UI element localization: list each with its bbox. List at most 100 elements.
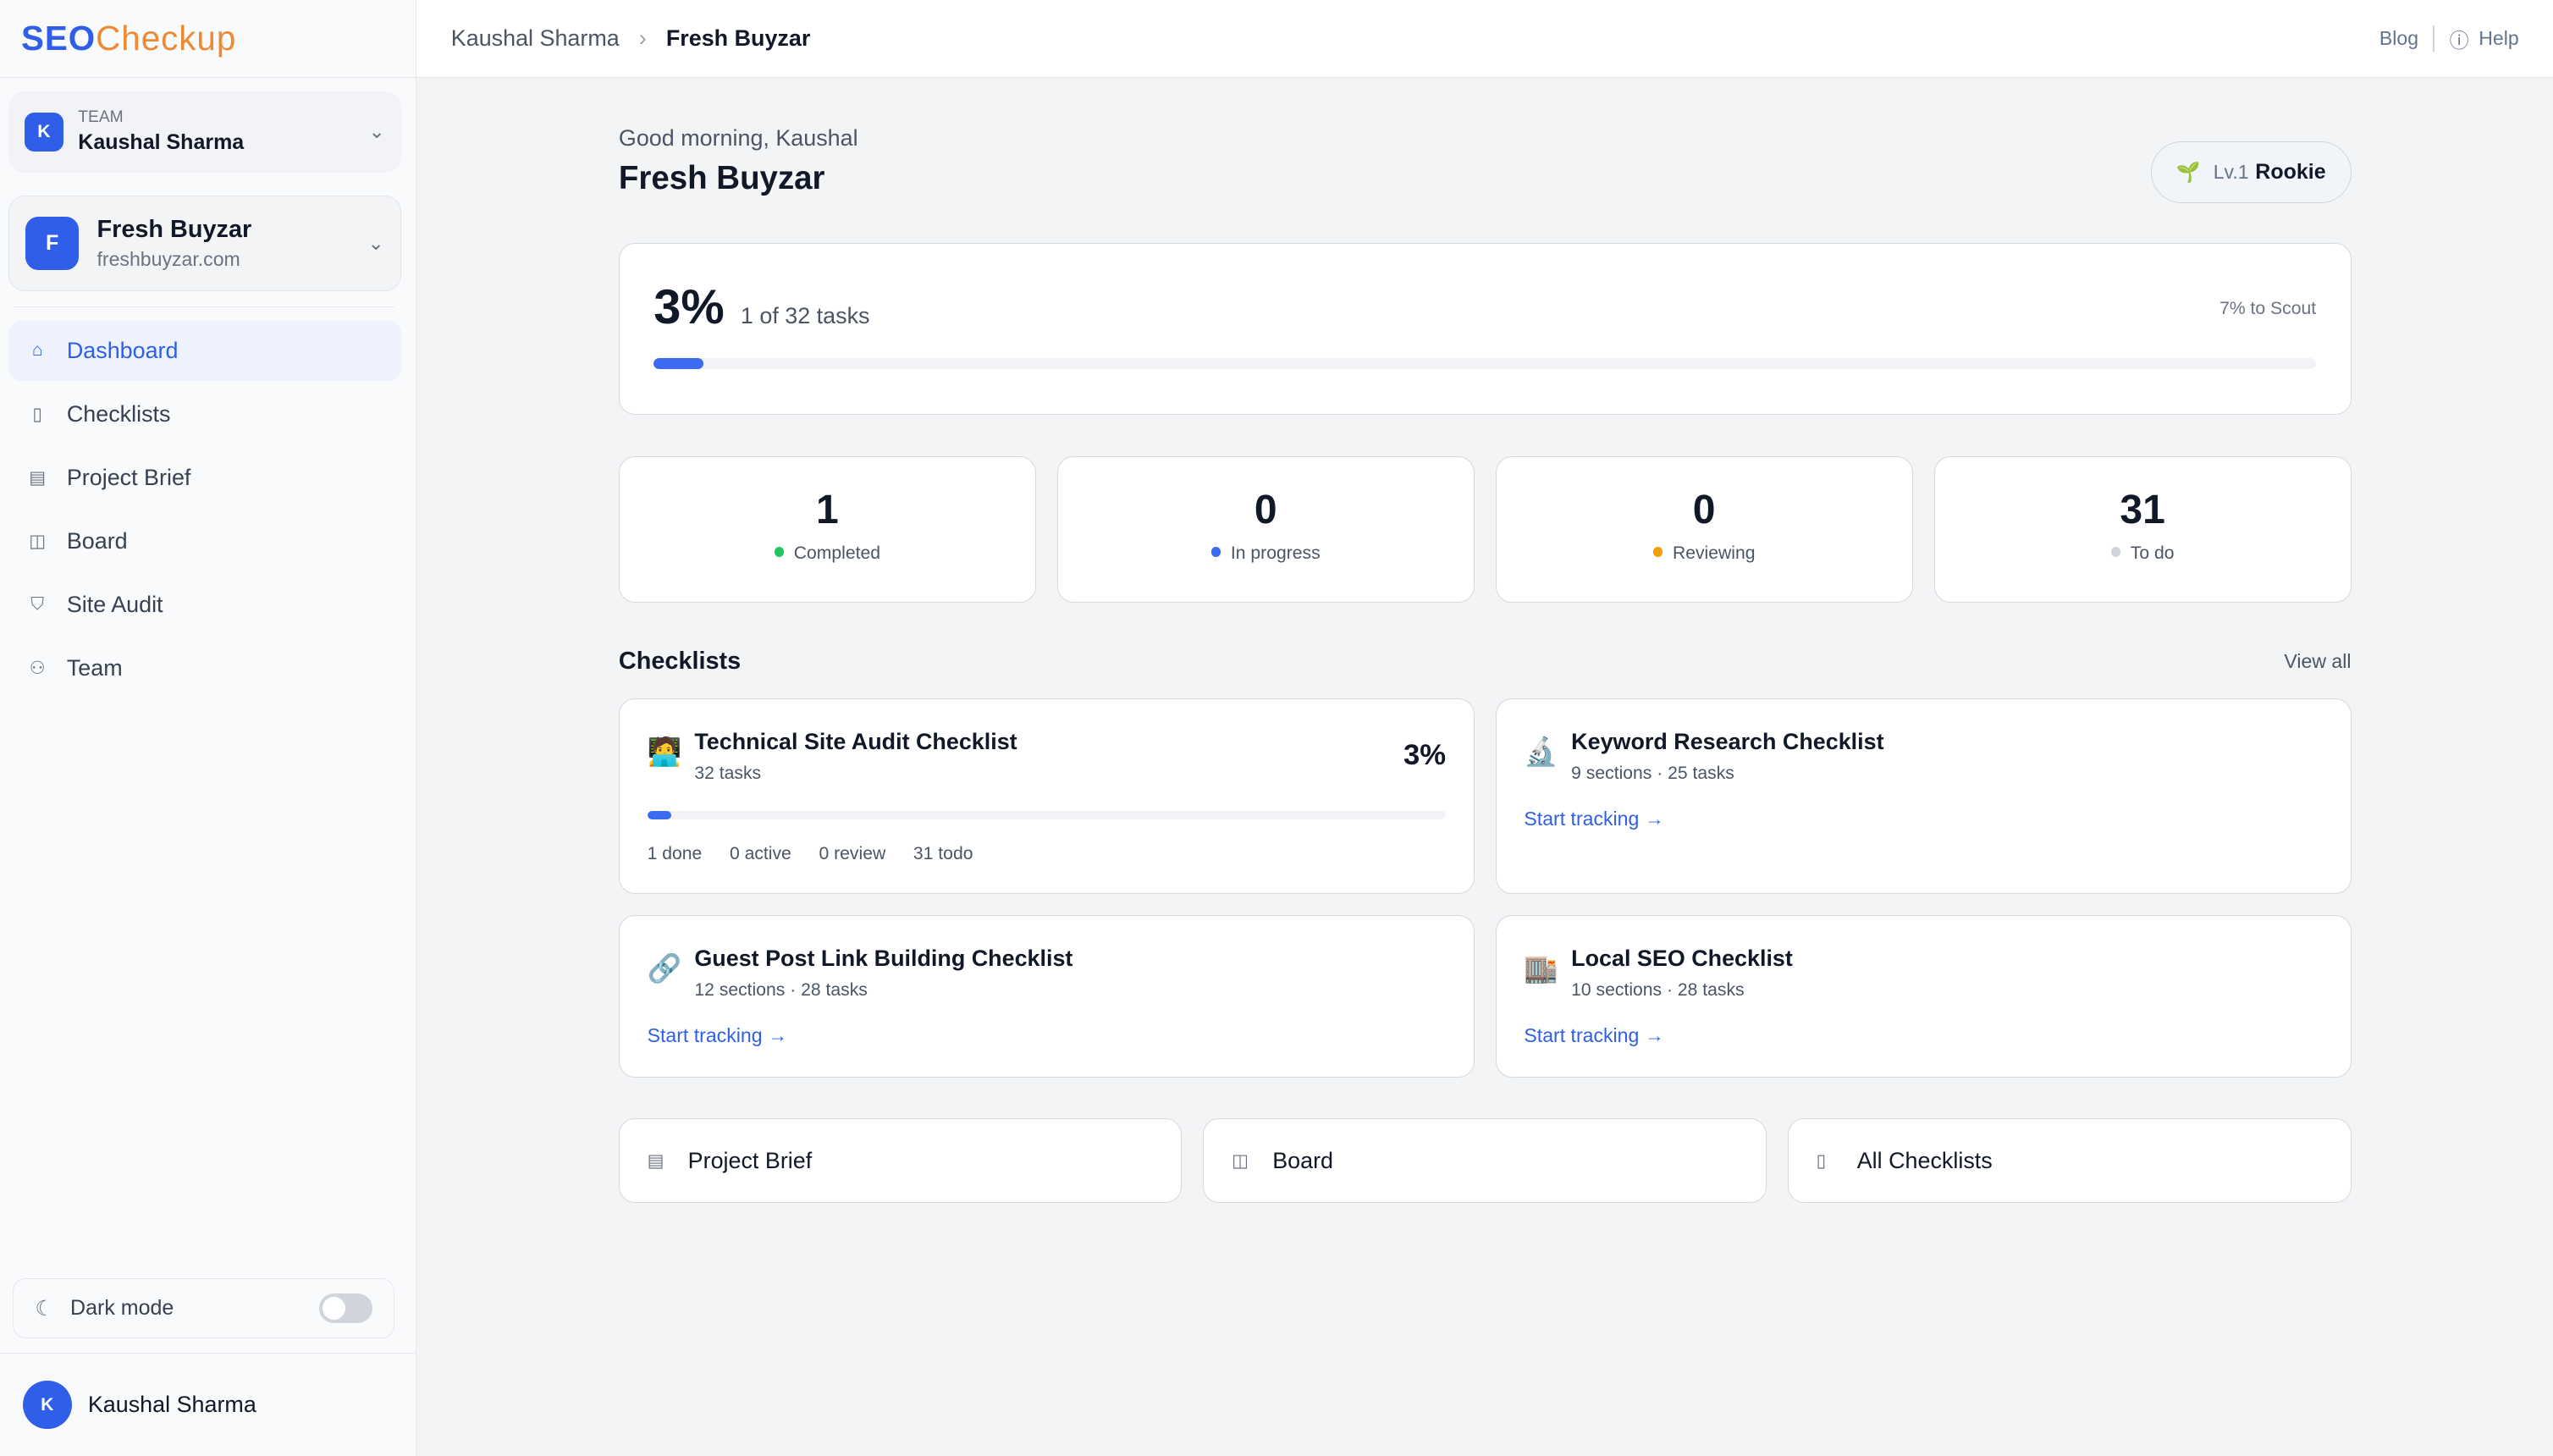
status-dot <box>775 547 785 557</box>
stat-label: To do <box>2131 543 2175 563</box>
sidebar-item-site-audit[interactable]: ⛉Site Audit <box>8 575 402 635</box>
checklist-card-guest-post[interactable]: 🔗Guest Post Link Building Checklist12 se… <box>619 915 1475 1078</box>
sidebar-item-checklists[interactable]: ▯ Checklists <box>8 384 402 444</box>
document-icon: ▤ <box>648 1150 670 1172</box>
checklist-subtitle: 10 sections · 28 tasks <box>1571 980 1793 1001</box>
stat-reviewing: 0 Reviewing <box>1496 456 1913 603</box>
stat-todo: 31 To do <box>1934 456 2352 603</box>
stat-label: Completed <box>794 543 880 563</box>
chevron-right-icon: › <box>639 25 647 52</box>
sidebar-item-board[interactable]: ◫ Board <box>8 511 402 571</box>
page-title: Fresh Buyzar <box>619 160 2352 197</box>
technologist-icon: 🧑‍💻 <box>648 729 695 784</box>
level-prefix: Lv.1 <box>2214 161 2249 184</box>
logo[interactable]: SEOCheckup <box>0 0 416 78</box>
status-dot <box>2111 547 2121 557</box>
project-name: Fresh Buyzar <box>96 216 251 244</box>
sidebar-item-label: Site Audit <box>67 592 163 618</box>
greeting: Good morning, Kaushal <box>619 125 2352 152</box>
checklist-card-keyword[interactable]: 🔬Keyword Research Checklist9 sections · … <box>1496 698 2352 894</box>
sidebar-item-label: Checklists <box>67 401 171 427</box>
level-badge[interactable]: 🌱 Lv.1 Rookie <box>2151 141 2352 203</box>
team-name: Kaushal Sharma <box>78 130 244 155</box>
main: Kaushal Sharma › Fresh Buyzar Blog ⓘ Hel… <box>416 0 2553 1456</box>
stats-row: 1 Completed 0In progress 0 Reviewing 31 To … <box>619 456 2352 603</box>
user-profile[interactable]: K Kaushal Sharma <box>0 1353 416 1455</box>
breadcrumb-project: Fresh Buyzar <box>666 25 810 52</box>
todo-count: 31 todo <box>913 844 973 864</box>
team-avatar: K <box>25 113 63 152</box>
stat-value: 0 <box>1497 486 1912 533</box>
progress-bar <box>653 358 2316 369</box>
divider <box>2433 25 2434 52</box>
breadcrumb-team[interactable]: Kaushal Sharma <box>451 25 620 52</box>
checklist-grid: 🧑‍💻Technical Site Audit Checklist 32 task… <box>619 698 2352 1078</box>
checklists-header: Checklists View all <box>619 648 2352 676</box>
quick-link-label: All Checklists <box>1857 1148 1993 1174</box>
building-icon: 🏬 <box>1524 946 1571 1001</box>
quick-link-label: Project Brief <box>688 1148 813 1174</box>
checklist-title: Technical Site Audit Checklist <box>694 729 1017 755</box>
project-avatar: F <box>25 217 79 270</box>
clipboard-icon: ▯ <box>26 403 49 426</box>
checklist-card-technical[interactable]: 🧑‍💻Technical Site Audit Checklist 32 task… <box>619 698 1475 894</box>
quick-link-board[interactable]: ◫ Board <box>1203 1118 1767 1203</box>
divider <box>13 306 394 308</box>
view-all-link[interactable]: View all <box>2284 650 2351 673</box>
next-level-text: 7% to Scout <box>2219 299 2316 319</box>
dark-mode-toggle[interactable] <box>319 1293 372 1323</box>
stat-in-progress: 0In progress <box>1057 456 1475 603</box>
checklist-progress-bar <box>648 811 1446 819</box>
stat-label: Reviewing <box>1673 543 1756 563</box>
sidebar-item-label: Team <box>67 655 123 681</box>
checklist-subtitle: 32 tasks <box>694 764 1017 784</box>
status-dot <box>1211 547 1221 557</box>
quick-link-project-brief[interactable]: ▤ Project Brief <box>619 1118 1183 1203</box>
chevron-down-icon: ⌄ <box>368 232 384 255</box>
sidebar-nav: ⌂Dashboard ▯ Checklists ▤Project Brief ◫ B… <box>0 321 416 698</box>
sidebar-item-team[interactable]: ⚇Team <box>8 638 402 698</box>
progress-bar-fill <box>653 358 703 369</box>
sidebar-item-label: Dashboard <box>67 338 179 364</box>
topbar: Kaushal Sharma › Fresh Buyzar Blog ⓘ Hel… <box>416 0 2553 78</box>
blog-link[interactable]: Blog <box>2379 27 2418 50</box>
moon-icon: ☾ <box>35 1296 53 1321</box>
status-dot <box>1653 547 1663 557</box>
stat-label: In progress <box>1231 543 1321 563</box>
quick-link-all-checklists[interactable]: ▯All Checklists <box>1788 1118 2352 1203</box>
stat-value: 31 <box>1935 486 2351 533</box>
team-label: TEAM <box>78 108 244 127</box>
board-icon: ◫ <box>1232 1150 1254 1172</box>
board-icon: ◫ <box>26 530 49 553</box>
help-icon: ⓘ <box>2450 25 2469 53</box>
help-link[interactable]: Help <box>2479 27 2518 50</box>
sidebar: SEOCheckup K TEAM Kaushal Sharma ⌄ F Fres… <box>0 0 416 1456</box>
section-title: Checklists <box>619 648 741 676</box>
stat-completed: 1 Completed <box>619 456 1036 603</box>
project-switcher[interactable]: F Fresh Buyzar freshbuyzar.com ⌄ <box>8 196 402 291</box>
dark-mode-label: Dark mode <box>70 1296 174 1321</box>
logo-seo: SEO <box>21 19 96 58</box>
sidebar-item-label: Board <box>67 528 128 554</box>
team-switcher[interactable]: K TEAMKaushal Sharma ⌄ <box>8 91 402 173</box>
sidebar-item-dashboard[interactable]: ⌂Dashboard <box>8 321 402 381</box>
checklist-subtitle: 9 sections · 25 tasks <box>1571 764 1883 784</box>
stat-value: 1 <box>620 486 1035 533</box>
checklist-title: Keyword Research Checklist <box>1571 729 1883 755</box>
quick-links: ▤ Project Brief ◫ Board ▯All Checklists <box>619 1118 2352 1203</box>
start-tracking-link[interactable]: Start tracking → <box>1524 808 2322 830</box>
done-count: 1 done <box>648 844 703 864</box>
link-icon: 🔗 <box>648 946 695 1001</box>
start-tracking-link[interactable]: Start tracking → <box>648 1024 1446 1047</box>
checklist-title: Guest Post Link Building Checklist <box>694 946 1072 972</box>
checklist-title: Local SEO Checklist <box>1571 946 1793 972</box>
start-tracking-link[interactable]: Start tracking → <box>1524 1024 2322 1047</box>
active-count: 0 active <box>730 844 791 864</box>
project-domain: freshbuyzar.com <box>96 248 251 271</box>
checklist-card-local-seo[interactable]: 🏬Local SEO Checklist 10 sections · 28 tas… <box>1496 915 2352 1078</box>
quick-link-label: Board <box>1272 1148 1333 1174</box>
level-name: Rookie <box>2255 160 2325 185</box>
checklist-progress-fill <box>648 811 671 819</box>
sidebar-item-project-brief[interactable]: ▤Project Brief <box>8 448 402 508</box>
sprout-icon: 🌱 <box>2176 161 2201 184</box>
